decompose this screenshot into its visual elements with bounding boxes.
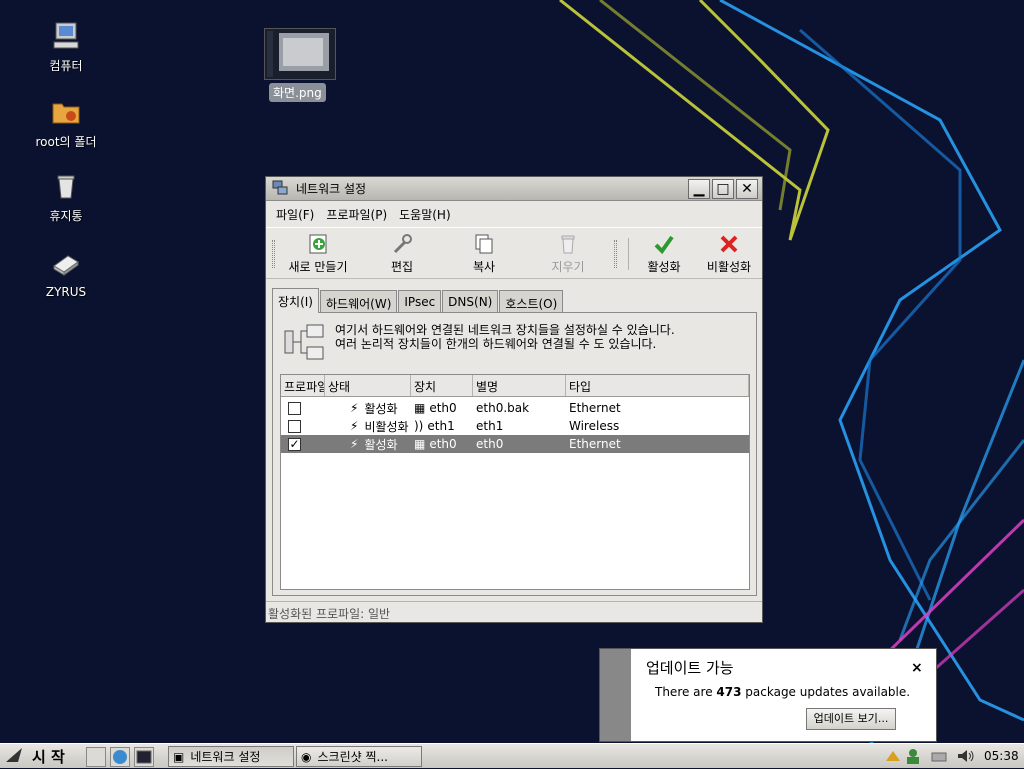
volume-icon[interactable] bbox=[956, 747, 974, 765]
home-folder-desktop-icon[interactable]: root의 폴더 bbox=[18, 96, 114, 151]
column-type[interactable]: 타입 bbox=[566, 375, 749, 396]
notification-close-icon[interactable]: × bbox=[911, 660, 923, 676]
tab-devices[interactable]: 장치(I) bbox=[272, 288, 319, 313]
table-row[interactable]: ⚡ 활성화 ▦ eth0 eth0.bak Ethernet bbox=[281, 399, 749, 417]
network-icon: ▣ bbox=[173, 749, 185, 764]
toolbar: 새로 만들기 편집 복사 지우기 활성화 비활성화 bbox=[266, 227, 762, 279]
list-header: 프로파일 상태 장치 별명 타입 bbox=[281, 375, 749, 397]
minimize-button[interactable]: ▁ bbox=[688, 179, 710, 199]
toolbar-grip[interactable] bbox=[614, 240, 617, 268]
desktop-icon-label: 휴지통 bbox=[49, 209, 83, 223]
edit-button[interactable]: 편집 bbox=[364, 232, 440, 275]
description-text: 여기서 하드웨어와 연결된 네트워크 장치들을 설정하실 수 있습니다. 여러 … bbox=[335, 323, 675, 351]
network-settings-window: 네트워크 설정 ▁ □ ✕ 파일(F) 프로파일(P) 도움말(H) 새로 만들… bbox=[265, 176, 763, 623]
network-icon bbox=[272, 179, 288, 198]
user-tray-icon[interactable] bbox=[904, 747, 922, 765]
close-button[interactable]: ✕ bbox=[736, 179, 758, 199]
screenshot-file-label[interactable]: 화면.png bbox=[269, 83, 326, 102]
statusbar: 활성화된 프로파일: 일반 bbox=[266, 601, 762, 622]
device-list: 프로파일 상태 장치 별명 타입 ⚡ 활성화 ▦ eth0 eth0.bak Eth… bbox=[280, 374, 750, 590]
ethernet-card-icon: ▦ bbox=[414, 437, 426, 451]
profile-checkbox[interactable]: ✓ bbox=[288, 437, 301, 451]
desktop-icon-label: root의 폴더 bbox=[35, 135, 97, 149]
new-button[interactable]: 새로 만들기 bbox=[280, 232, 356, 275]
update-notification: 업데이트 가능 × There are 473 package updates … bbox=[599, 648, 937, 742]
copy-icon bbox=[446, 232, 522, 256]
x-mark-icon bbox=[691, 232, 767, 256]
taskbar: 시 작 ▣ 네트워크 설정 ◉ 스크린샷 찍... 05:38 bbox=[0, 743, 1024, 768]
column-profile[interactable]: 프로파일 bbox=[281, 375, 325, 396]
desktop-icon-label: 컴퓨터 bbox=[49, 59, 83, 73]
menu-file[interactable]: 파일(F) bbox=[270, 206, 320, 223]
tab-hardware[interactable]: 하드웨어(W) bbox=[319, 290, 398, 312]
start-logo-icon bbox=[4, 746, 26, 768]
trash-desktop-icon[interactable]: 휴지통 bbox=[18, 170, 114, 225]
copy-button[interactable]: 복사 bbox=[446, 232, 522, 275]
computer-desktop-icon[interactable]: 컴퓨터 bbox=[18, 20, 114, 75]
start-button[interactable]: 시 작 bbox=[0, 744, 82, 769]
tab-dns[interactable]: DNS(N) bbox=[442, 290, 499, 312]
quicklaunch-browser-icon[interactable] bbox=[110, 747, 130, 767]
wireless-icon: )) bbox=[414, 419, 424, 433]
deactivate-button[interactable]: 비활성화 bbox=[691, 232, 767, 275]
notification-stripe bbox=[600, 649, 631, 741]
screenshot-file-thumbnail[interactable] bbox=[264, 28, 336, 80]
profile-checkbox[interactable] bbox=[288, 419, 301, 433]
camera-icon: ◉ bbox=[301, 749, 312, 764]
table-row[interactable]: ⚡ 비활성화 )) eth1 eth1 Wireless bbox=[281, 417, 749, 435]
column-device[interactable]: 장치 bbox=[411, 375, 473, 396]
notification-body: There are 473 package updates available. bbox=[655, 685, 911, 699]
tab-bar: 장치(I) 하드웨어(W) IPsec DNS(N) 호스트(O) bbox=[272, 288, 564, 313]
clock: 05:38 bbox=[984, 749, 1019, 763]
column-nickname[interactable]: 별명 bbox=[473, 375, 566, 396]
task-screenshot[interactable]: ◉ 스크린샷 찍... bbox=[296, 746, 422, 767]
toolbar-grip[interactable] bbox=[272, 240, 275, 268]
trash-icon bbox=[50, 170, 82, 202]
update-tray-icon[interactable] bbox=[884, 747, 902, 765]
menu-help[interactable]: 도움말(H) bbox=[393, 206, 457, 223]
status-inactive-icon: ⚡ bbox=[350, 419, 359, 433]
profile-checkbox[interactable] bbox=[288, 401, 301, 415]
wrench-icon bbox=[364, 232, 440, 256]
table-row-selected[interactable]: ✓ ⚡ 활성화 ▦ eth0 eth0 Ethernet bbox=[281, 435, 749, 453]
notification-title: 업데이트 가능 bbox=[646, 659, 734, 677]
tab-ipsec[interactable]: IPsec bbox=[398, 290, 442, 312]
update-count: 473 bbox=[716, 685, 742, 699]
quicklaunch-terminal-icon[interactable] bbox=[134, 747, 154, 767]
window-title: 네트워크 설정 bbox=[296, 182, 367, 196]
desktop-icon-label: ZYRUS bbox=[45, 285, 87, 299]
tab-hosts[interactable]: 호스트(O) bbox=[499, 290, 564, 312]
delete-button[interactable]: 지우기 bbox=[530, 232, 606, 275]
devices-panel: 여기서 하드웨어와 연결된 네트워크 장치들을 설정하실 수 있습니다. 여러 … bbox=[272, 312, 757, 596]
maximize-button[interactable]: □ bbox=[712, 179, 734, 199]
column-status[interactable]: 상태 bbox=[325, 375, 411, 396]
computer-icon bbox=[50, 20, 82, 52]
menu-profile[interactable]: 프로파일(P) bbox=[320, 206, 393, 223]
ethernet-card-icon: ▦ bbox=[414, 401, 426, 415]
task-network-settings[interactable]: ▣ 네트워크 설정 bbox=[168, 746, 294, 767]
status-active-icon: ⚡ bbox=[350, 401, 359, 415]
trash-icon bbox=[530, 232, 606, 256]
drive-icon bbox=[50, 248, 82, 280]
zyrus-desktop-icon[interactable]: ZYRUS bbox=[18, 248, 114, 300]
quicklaunch-network-icon[interactable] bbox=[86, 747, 106, 767]
status-active-icon: ⚡ bbox=[350, 437, 359, 451]
menubar: 파일(F) 프로파일(P) 도움말(H) bbox=[266, 201, 762, 227]
add-icon bbox=[280, 232, 356, 256]
view-updates-button[interactable]: 업데이트 보기... bbox=[806, 708, 896, 730]
folder-icon bbox=[50, 96, 82, 128]
network-devices-icon bbox=[283, 323, 325, 363]
keyboard-tray-icon[interactable] bbox=[930, 747, 948, 765]
